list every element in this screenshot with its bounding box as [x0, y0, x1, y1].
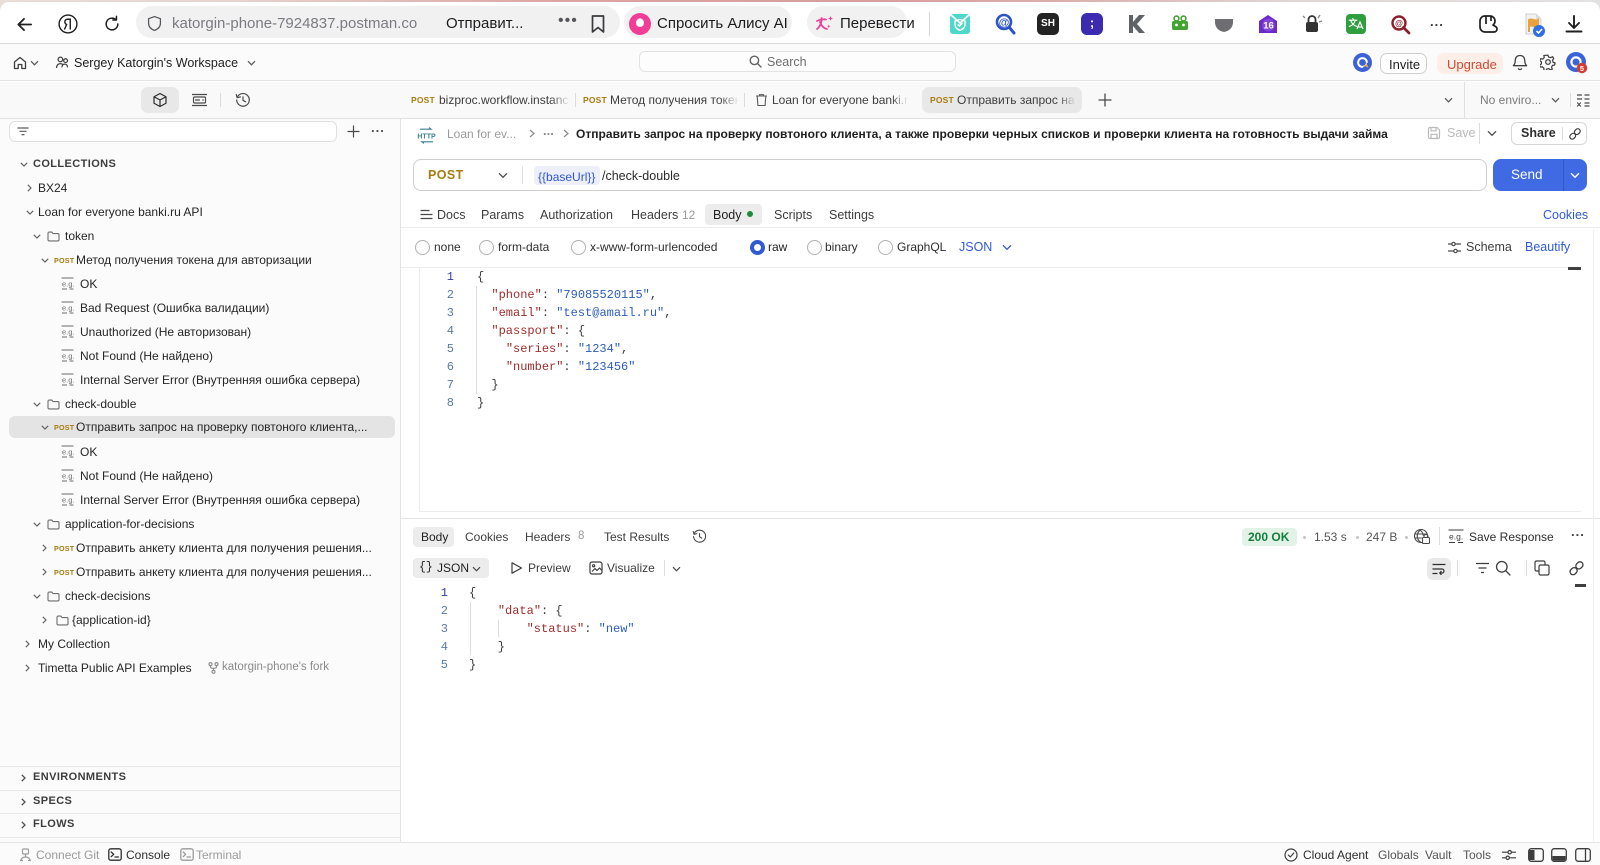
svg-text:e.g.: e.g.	[62, 280, 74, 289]
svg-text:e.g.: e.g.	[62, 376, 74, 385]
svg-text:HTTP: HTTP	[417, 133, 436, 140]
svg-text:e.g.: e.g.	[62, 496, 74, 505]
svg-text:16: 16	[1263, 20, 1274, 31]
svg-text:@: @	[1395, 19, 1403, 28]
svg-text:e.g.: e.g.	[1449, 532, 1463, 542]
svg-text:e.g.: e.g.	[62, 472, 74, 481]
svg-text:e.g.: e.g.	[62, 328, 74, 337]
svg-text:e.g.: e.g.	[62, 304, 74, 313]
svg-text:e.g.: e.g.	[62, 448, 74, 457]
svg-text:文: 文	[1347, 17, 1358, 28]
svg-text:e.g.: e.g.	[62, 352, 74, 361]
svg-text:@: @	[999, 17, 1010, 29]
svg-text:5: 5	[1580, 64, 1584, 73]
